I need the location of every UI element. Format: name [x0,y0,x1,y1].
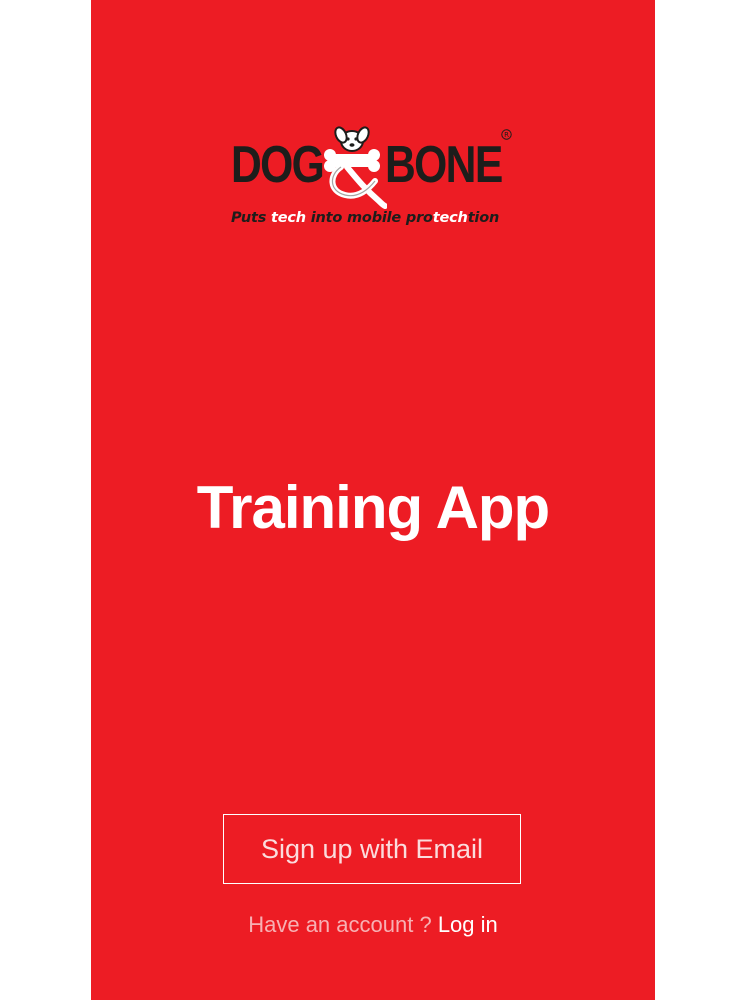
app-screen: DOG BONE R Puts tech into mobile protech… [91,0,655,1000]
app-title: Training App [196,474,550,541]
tagline-part: tion [467,210,500,226]
signup-email-button[interactable]: Sign up with Email [223,814,521,884]
dog-ampersand-bone-icon [324,126,387,209]
account-prompt-line: Have an account ? Log in [91,910,655,940]
brand-logo: DOG BONE R Puts tech into mobile protech… [231,123,521,233]
svg-text:R: R [504,131,509,139]
brand-tagline: Puts tech into mobile protechtion [231,210,521,226]
signup-button-label: Sign up with Email [260,833,484,864]
logo-word-bone: BONE [385,136,503,194]
tagline-part-highlight: tech [271,210,306,226]
registered-trademark-icon: R [501,129,512,140]
tagline-part: into mobile pro [305,210,433,226]
logo-word-dog: DOG [231,136,325,194]
tagline-part: Puts [231,210,272,226]
login-link[interactable]: Log in [438,912,498,937]
account-prompt-text: Have an account ? [248,912,432,937]
tagline-part-highlight: tech [432,210,468,226]
